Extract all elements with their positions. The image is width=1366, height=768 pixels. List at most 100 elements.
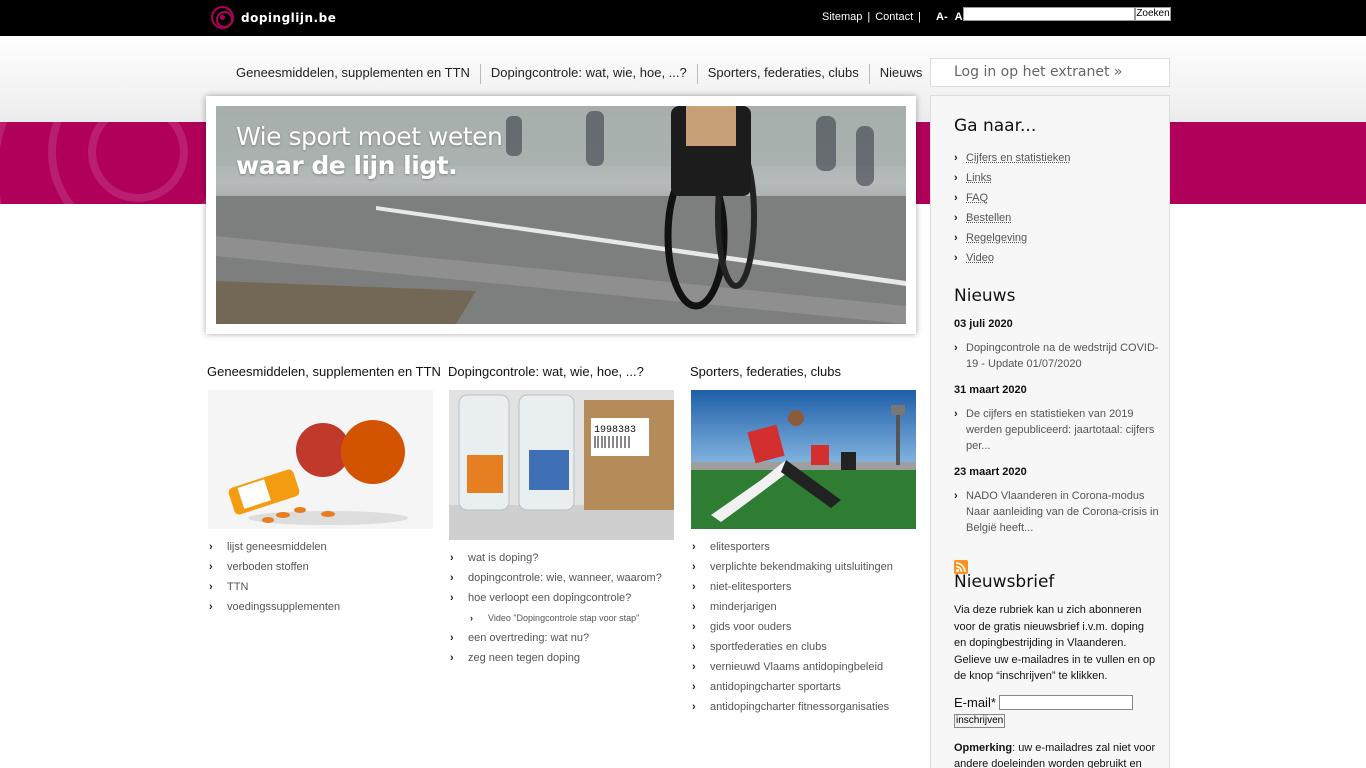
list-item-label: een overtreding: wat nu? [468,632,590,644]
list-item-label: voedingssupplementen [227,601,341,613]
list-item[interactable]: › minderjarigen [690,597,918,617]
goto-section: Ga naar... › Cijfers en statistieken › Lin… [954,116,1071,268]
link-list: › wat is doping? › dopingcontrole: wie, wa… [448,548,676,668]
list-item[interactable]: › antidopingcharter fitnessorganisaties [690,697,918,717]
contact-link[interactable]: Contact [875,11,913,23]
logo-text: dopinglijn.be [241,10,337,25]
news-date: 23 maart 2020 [954,466,1027,478]
list-item[interactable]: › lijst geneesmiddelen [207,537,435,557]
sample-bottles-image[interactable]: 1998383 [449,390,674,540]
news-item[interactable]: › De cijfers en statistieken van 2019 wer… [954,406,1159,454]
column-sporters: Sporters, federaties, clubs › elitesporte… [690,364,918,717]
font-smaller-button[interactable]: A- [936,11,948,23]
list-item-label: gids voor ouders [710,621,792,633]
column-title[interactable]: Geneesmiddelen, supplementen en TTN [207,364,441,382]
goto-link-cijfers[interactable]: Cijfers en statistieken [966,152,1071,164]
email-label: E-mail* [954,694,996,710]
chevron-right-icon: › [692,701,696,713]
list-item-label: verboden stoffen [227,561,309,573]
news-item-text: NADO Vlaanderen in Corona-modus Naar aan… [966,490,1159,534]
chevron-right-icon: › [692,561,696,573]
list-item[interactable]: › zeg neen tegen doping [448,648,676,668]
nav-item-dopingcontrole[interactable]: Dopingcontrole: wat, wie, hoe, ...? [481,64,698,84]
list-item-label: zeg neen tegen doping [468,652,580,664]
sitemap-link[interactable]: Sitemap [822,11,862,23]
email-field[interactable] [998,694,1133,710]
extranet-login-link[interactable]: Log in op het extranet » [930,58,1170,87]
list-item-label: sportfederaties en clubs [710,641,827,653]
list-item[interactable]: › een overtreding: wat nu? [448,628,676,648]
news-item[interactable]: › Dopingcontrole na de wedstrijd COVID-19… [954,340,1159,372]
search-input[interactable] [963,7,1135,21]
list-item[interactable]: › elitesporters [690,537,918,557]
nav-item-nieuws[interactable]: Nieuws [870,64,930,84]
list-item-label: lijst geneesmiddelen [227,541,327,553]
separator: | [867,11,871,23]
nav-item-sporters[interactable]: Sporters, federaties, clubs [698,64,870,84]
link-list: › elitesporters › verplichte bekendmaking … [690,537,918,717]
chevron-right-icon: › [954,232,958,244]
chevron-right-icon: › [692,601,696,613]
chevron-right-icon: › [954,342,958,354]
list-item[interactable]: › TTN [207,577,435,597]
apples-pills-image[interactable] [208,390,433,529]
list-subitem[interactable]: › Video "Dopingcontrole stap voor stap" [448,608,676,628]
search-button[interactable]: Zoeken [1135,7,1171,21]
list-item[interactable]: › wat is doping? [448,548,676,568]
nav-item-geneesmiddelen[interactable]: Geneesmiddelen, supplementen en TTN [226,64,481,84]
news-date: 03 juli 2020 [954,318,1013,330]
list-item-label: dopingcontrole: wie, wanneer, waarom? [468,572,662,584]
list-item[interactable]: › gids voor ouders [690,617,918,637]
list-item-label: antidopingcharter sportarts [710,681,841,693]
chevron-right-icon: › [692,661,696,673]
list-item[interactable]: › voedingssupplementen [207,597,435,617]
top-links: Sitemap | Contact | A- A+ [822,11,969,23]
list-item[interactable]: › vernieuwd Vlaams antidopingbeleid [690,657,918,677]
list-item-label: verplichte bekendmaking uitsluitingen [710,561,893,573]
column-title[interactable]: Dopingcontrole: wat, wie, hoe, ...? [448,364,676,382]
list-item[interactable]: › dopingcontrole: wie, wanneer, waarom? [448,568,676,588]
goto-link-bestellen[interactable]: Bestellen [966,212,1011,224]
list-item-label: TTN [227,581,249,593]
chevron-right-icon: › [954,172,958,184]
list-item-label: niet-elitesporters [710,581,792,593]
subscribe-button[interactable]: inschrijven [954,713,1006,728]
goto-list: › Cijfers en statistieken › Links › FAQ › Be… [954,148,1071,268]
goto-link-regelgeving[interactable]: Regelgeving [966,232,1027,244]
sidebar: Ga naar... › Cijfers en statistieken › Lin… [930,95,1170,768]
news-item-text: Dopingcontrole na de wedstrijd COVID-19 … [966,342,1159,370]
list-item[interactable]: › verplichte bekendmaking uitsluitingen [690,557,918,577]
chevron-right-icon: › [450,652,454,664]
news-item[interactable]: › NADO Vlaanderen in Corona-modus Naar aa… [954,488,1159,536]
goto-link-faq[interactable]: FAQ [966,192,988,204]
list-item-label: hoe verloopt een dopingcontrole? [468,592,632,604]
column-title[interactable]: Sporters, federaties, clubs [690,364,918,382]
goto-item: › Regelgeving [954,228,1071,248]
apples-pills-illustration [208,390,433,529]
list-item[interactable]: › hoe verloopt een dopingcontrole? [448,588,676,608]
goto-link-links[interactable]: Links [966,172,992,184]
list-item[interactable]: › sportfederaties en clubs [690,637,918,657]
chevron-right-icon: › [954,252,958,264]
logo-target-icon [211,6,234,29]
news-title: Nieuws [954,286,1016,306]
chevron-right-icon: › [954,212,958,224]
chevron-right-icon: › [692,681,696,693]
chevron-right-icon: › [954,490,958,502]
remark-bold: Opmerking [954,741,1013,754]
newsletter-section: Nieuwsbrief Via deze rubriek kan u zich … [954,572,1159,768]
news-date: 31 maart 2020 [954,384,1027,396]
list-item[interactable]: › verboden stoffen [207,557,435,577]
athletes-image[interactable] [691,390,916,529]
hero-tagline-2: waar de lijn ligt. [236,151,458,180]
list-item[interactable]: › niet-elitesporters [690,577,918,597]
remark-text: Opmerking: uw e-mailadres zal niet voor … [954,740,1159,768]
site-logo[interactable]: dopinglijn.be [211,6,336,29]
chevron-right-icon: › [470,613,473,623]
chevron-right-icon: › [450,632,454,644]
list-item[interactable]: › antidopingcharter sportarts [690,677,918,697]
goto-link-video[interactable]: Video [966,252,994,264]
list-item-label: wat is doping? [468,552,539,564]
goto-title: Ga naar... [954,116,1037,136]
chevron-right-icon: › [209,561,213,573]
